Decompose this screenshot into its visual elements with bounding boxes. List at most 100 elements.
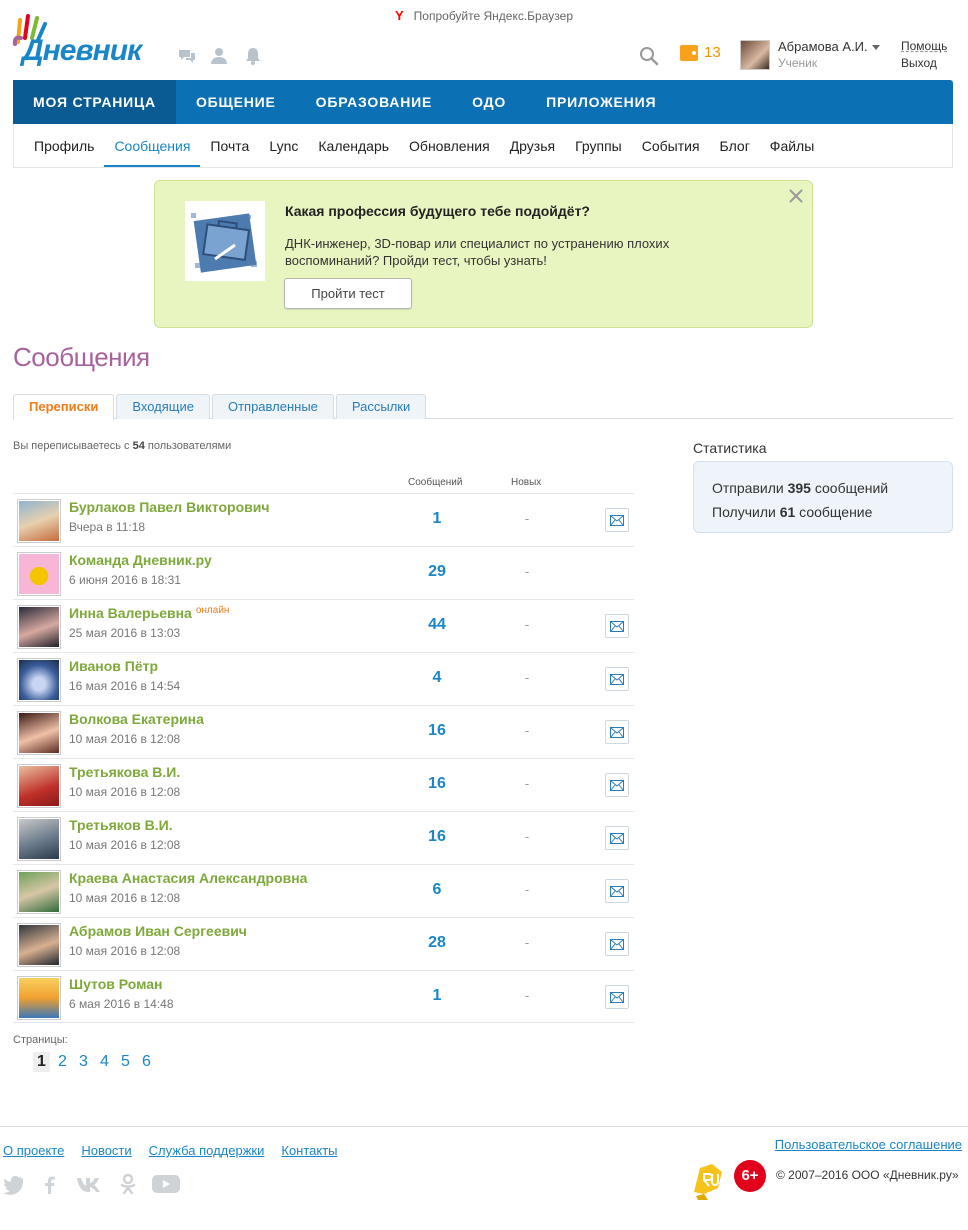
conversation-row[interactable]: Третьякова В.И. 10 мая 2016 в 12:08 16 - — [13, 758, 634, 811]
send-message-button[interactable] — [605, 720, 629, 744]
subnav-updates[interactable]: Обновления — [399, 124, 500, 167]
main-nav-apps[interactable]: ПРИЛОЖЕНИЯ — [526, 80, 676, 124]
subnav-files[interactable]: Файлы — [760, 124, 824, 167]
send-message-button[interactable] — [605, 667, 629, 691]
page-link[interactable]: 5 — [117, 1052, 134, 1072]
subnav-calendar[interactable]: Календарь — [308, 124, 399, 167]
conversation-row[interactable]: Иванов Пётр 16 мая 2016 в 14:54 4 - — [13, 652, 634, 705]
main-nav-education[interactable]: ОБРАЗОВАНИЕ — [296, 80, 452, 124]
conversation-row[interactable]: Волкова Екатерина 10 мая 2016 в 12:08 16 - — [13, 705, 634, 758]
facebook-icon[interactable] — [39, 1173, 61, 1195]
avatar[interactable] — [17, 976, 61, 1020]
message-count[interactable]: 44 — [397, 616, 477, 634]
conversation-row[interactable]: Бурлаков Павел Викторович Вчера в 11:18 1 - — [13, 493, 634, 546]
contact-name[interactable]: Шутов Роман — [69, 976, 163, 992]
user-agreement-link[interactable]: Пользовательское соглашение — [775, 1137, 962, 1152]
subnav-mail[interactable]: Почта — [200, 124, 259, 167]
contact-name[interactable]: Третьяков В.И. — [69, 817, 173, 833]
tab-sent[interactable]: Отправленные — [211, 394, 334, 419]
contact-name[interactable]: Третьякова В.И. — [69, 764, 180, 780]
bell-icon[interactable] — [243, 46, 263, 66]
message-count[interactable]: 29 — [397, 563, 477, 581]
send-message-button[interactable] — [605, 985, 629, 1009]
chat-icon[interactable] — [177, 46, 197, 66]
send-message-button[interactable] — [605, 879, 629, 903]
message-count[interactable]: 16 — [397, 722, 477, 740]
message-count[interactable]: 16 — [397, 828, 477, 846]
contact-name[interactable]: Иванов Пётр — [69, 658, 158, 674]
page-link[interactable]: 2 — [54, 1052, 71, 1072]
main-nav-my-page[interactable]: МОЯ СТРАНИЦА — [13, 80, 176, 124]
conversation-row[interactable]: Команда Дневник.ру 6 июня 2016 в 18:31 29 - — [13, 546, 634, 599]
avatar[interactable] — [17, 711, 61, 755]
subnav-events[interactable]: События — [632, 124, 710, 167]
avatar[interactable] — [17, 658, 61, 702]
page-link[interactable]: 4 — [96, 1052, 113, 1072]
avatar[interactable] — [17, 817, 61, 861]
message-tabs: Переписки Входящие Отправленные Рассылки — [13, 394, 953, 420]
logo-text: Дневник — [22, 34, 142, 67]
odnoklassniki-icon[interactable] — [119, 1173, 137, 1195]
avatar[interactable] — [17, 764, 61, 808]
message-count[interactable]: 16 — [397, 775, 477, 793]
tab-inbox[interactable]: Входящие — [116, 394, 210, 419]
avatar[interactable] — [17, 605, 61, 649]
footer-link-support[interactable]: Служба поддержки — [149, 1143, 265, 1158]
subnav-groups[interactable]: Группы — [565, 124, 632, 167]
contact-name[interactable]: Команда Дневник.ру — [69, 552, 212, 568]
contact-name[interactable]: Бурлаков Павел Викторович — [69, 499, 269, 515]
help-link[interactable]: Помощь — [901, 39, 947, 53]
send-message-button[interactable] — [605, 614, 629, 638]
conversation-row[interactable]: Третьяков В.И. 10 мая 2016 в 12:08 16 - — [13, 811, 634, 864]
send-message-button[interactable] — [605, 932, 629, 956]
avatar[interactable] — [17, 552, 61, 596]
twitter-icon[interactable] — [3, 1173, 25, 1195]
footer-link-contacts[interactable]: Контакты — [281, 1143, 337, 1158]
search-icon[interactable] — [638, 45, 660, 67]
subnav-lync[interactable]: Lync — [259, 124, 308, 167]
tab-mailings[interactable]: Рассылки — [335, 394, 427, 419]
main-nav-odo[interactable]: ОДО — [452, 80, 526, 124]
contact-name[interactable]: Краева Анастасия Александровна — [69, 870, 307, 886]
message-count[interactable]: 4 — [397, 669, 477, 687]
send-message-button[interactable] — [605, 773, 629, 797]
avatar[interactable] — [740, 40, 770, 70]
page-link[interactable]: 3 — [75, 1052, 92, 1072]
subnav-blog[interactable]: Блог — [710, 124, 760, 167]
message-count[interactable]: 28 — [397, 934, 477, 952]
avatar[interactable] — [17, 499, 61, 543]
online-badge: онлайн — [195, 605, 230, 616]
send-message-button[interactable] — [605, 826, 629, 850]
footer-link-about[interactable]: О проекте — [3, 1143, 64, 1158]
subnav-friends[interactable]: Друзья — [500, 124, 565, 167]
main-nav-communication[interactable]: ОБЩЕНИЕ — [176, 80, 296, 124]
page-link[interactable]: 1 — [33, 1052, 50, 1072]
tab-conversations[interactable]: Переписки — [13, 394, 115, 420]
friends-icon[interactable] — [209, 46, 229, 66]
dnevnik-logo[interactable]: Дневник — [12, 14, 162, 70]
avatar[interactable] — [17, 870, 61, 914]
contact-name[interactable]: Инна Валерьевна онлайн — [69, 605, 229, 621]
logout-link[interactable]: Выход — [901, 56, 937, 70]
conversation-row[interactable]: Инна Валерьевна онлайн 25 мая 2016 в 13:03… — [13, 599, 634, 652]
vk-icon[interactable] — [75, 1173, 105, 1195]
avatar[interactable] — [17, 923, 61, 967]
message-count[interactable]: 1 — [397, 510, 477, 528]
wallet[interactable]: 13 — [680, 44, 721, 61]
message-count[interactable]: 6 — [397, 881, 477, 899]
footer-link-news[interactable]: Новости — [81, 1143, 131, 1158]
page-link[interactable]: 6 — [138, 1052, 155, 1072]
youtube-icon[interactable] — [151, 1173, 181, 1195]
subnav-profile[interactable]: Профиль — [24, 124, 104, 167]
contact-name[interactable]: Абрамов Иван Сергеевич — [69, 923, 247, 939]
user-menu[interactable]: Абрамова А.И. — [778, 39, 880, 54]
send-message-button[interactable] — [605, 508, 629, 532]
conversation-row[interactable]: Абрамов Иван Сергеевич 10 мая 2016 в 12:0… — [13, 917, 634, 970]
close-icon[interactable] — [787, 187, 805, 205]
conversation-row[interactable]: Шутов Роман 6 мая 2016 в 14:48 1 - — [13, 970, 634, 1023]
take-test-button[interactable]: Пройти тест — [284, 278, 412, 309]
subnav-messages[interactable]: Сообщения — [104, 124, 201, 167]
conversation-row[interactable]: Краева Анастасия Александровна 10 мая 201… — [13, 864, 634, 917]
message-count[interactable]: 1 — [397, 987, 477, 1005]
contact-name[interactable]: Волкова Екатерина — [69, 711, 204, 727]
